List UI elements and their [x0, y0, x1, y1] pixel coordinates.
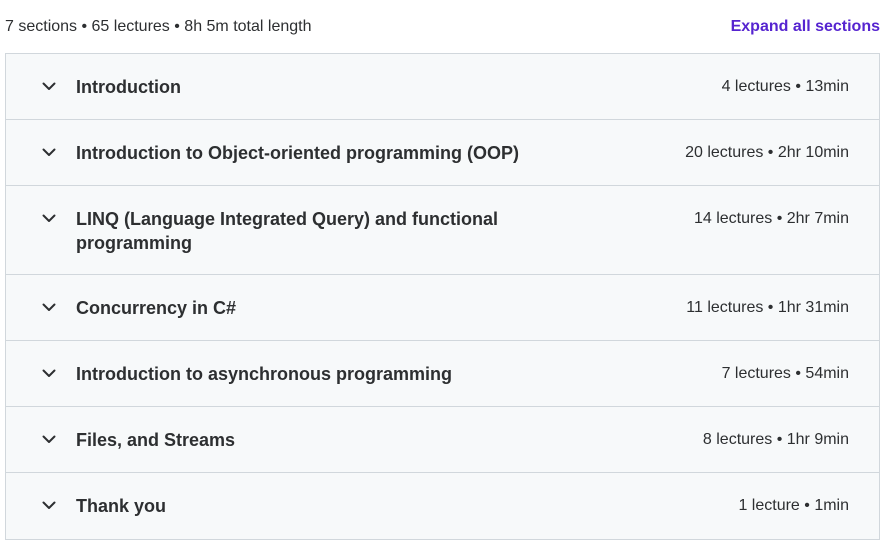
section-meta: 20 lectures • 2hr 10min — [685, 144, 849, 161]
section-header-left: Thank you — [40, 494, 166, 518]
section-title: Introduction to Object-oriented programm… — [76, 143, 519, 163]
sections-accordion: Introduction 4 lectures • 13min Introduc… — [5, 53, 880, 540]
section-header-linq[interactable]: LINQ (Language Integrated Query) and fun… — [6, 186, 879, 275]
section-header-left: Concurrency in C# — [40, 296, 236, 320]
section-meta: 1 lecture • 1min — [738, 497, 849, 514]
section-meta: 4 lectures • 13min — [721, 78, 849, 95]
section-title: Introduction — [76, 77, 181, 97]
section-header-left: Files, and Streams — [40, 428, 235, 452]
section-meta: 8 lectures • 1hr 9min — [702, 431, 849, 448]
section-meta: 11 lectures • 1hr 31min — [686, 299, 849, 316]
section-title: LINQ (Language Integrated Query) and fun… — [76, 209, 499, 253]
section-header-left: Introduction — [40, 75, 181, 99]
course-summary-bar: 7 sections • 65 lectures • 8h 5m total l… — [0, 0, 885, 54]
section-header-concurrency[interactable]: Concurrency in C# 11 lectures • 1hr 31mi… — [6, 275, 879, 341]
chevron-down-icon — [40, 494, 58, 516]
course-content: 7 sections • 65 lectures • 8h 5m total l… — [0, 0, 885, 543]
section-title: Concurrency in C# — [76, 298, 237, 318]
section-header-thank-you[interactable]: Thank you 1 lecture • 1min — [6, 473, 879, 539]
chevron-down-icon — [40, 296, 58, 318]
section-header-introduction[interactable]: Introduction 4 lectures • 13min — [6, 54, 879, 120]
section-title: Introduction to asynchronous programming — [76, 364, 453, 384]
section-title: Files, and Streams — [76, 430, 236, 450]
section-header-left: Introduction to asynchronous programming — [40, 362, 452, 386]
section-header-oop[interactable]: Introduction to Object-oriented programm… — [6, 120, 879, 186]
chevron-down-icon — [40, 141, 58, 163]
section-header-async[interactable]: Introduction to asynchronous programming… — [6, 341, 879, 407]
chevron-down-icon — [40, 207, 58, 229]
chevron-down-icon — [40, 362, 58, 384]
section-header-left: Introduction to Object-oriented programm… — [40, 141, 519, 165]
expand-all-sections-button[interactable]: Expand all sections — [731, 18, 880, 36]
course-summary-text: 7 sections • 65 lectures • 8h 5m total l… — [5, 18, 312, 35]
chevron-down-icon — [40, 428, 58, 450]
chevron-down-icon — [40, 75, 58, 97]
section-header-files-streams[interactable]: Files, and Streams 8 lectures • 1hr 9min — [6, 407, 879, 473]
section-header-left: LINQ (Language Integrated Query) and fun… — [40, 207, 576, 255]
section-meta: 7 lectures • 54min — [721, 365, 849, 382]
section-meta: 14 lectures • 2hr 7min — [693, 210, 849, 227]
section-title: Thank you — [76, 496, 167, 516]
